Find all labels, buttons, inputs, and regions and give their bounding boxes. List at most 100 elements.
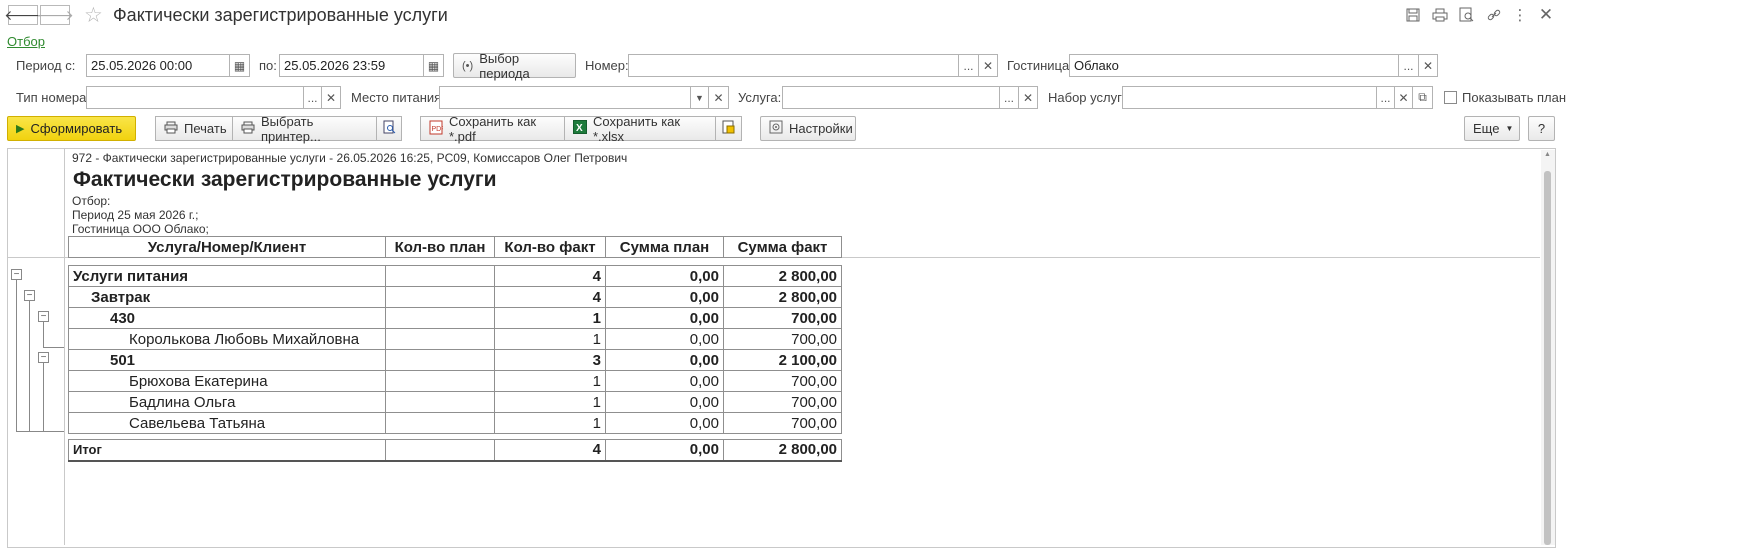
service-label: Услуга: <box>738 90 782 105</box>
select-ellipsis-icon[interactable]: ... <box>304 86 322 109</box>
arrow-right-icon: 🡒 <box>36 6 74 23</box>
favorite-star-icon[interactable]: ☆ <box>84 3 103 28</box>
save-pdf-button[interactable]: PDF Сохранить как *.pdf <box>420 114 565 144</box>
table-row[interactable]: Бадлина Ольга 1 0,00 700,00 <box>68 391 842 413</box>
save-icon[interactable] <box>1403 5 1423 25</box>
print-icon[interactable] <box>1430 5 1450 25</box>
service-input[interactable] <box>782 86 1000 109</box>
room-input[interactable] <box>628 54 959 77</box>
column-header: Сумма план <box>605 236 724 258</box>
table-total-row[interactable]: Итог 4 0,00 2 800,00 <box>68 439 842 461</box>
report-table: Услуга/Номер/Клиент Кол-во план Кол-во ф… <box>68 236 842 462</box>
report-hotel-line: Гостиница ООО Облако; <box>72 222 209 236</box>
clear-icon[interactable]: ✕ <box>979 54 998 77</box>
forward-button[interactable]: 🡒 <box>36 5 74 25</box>
window-title: Фактически зарегистрированные услуги <box>113 5 448 25</box>
table-row[interactable]: 430 1 0,00 700,00 <box>68 307 842 329</box>
room-type-label: Тип номера: <box>16 90 90 105</box>
preview-icon <box>383 120 396 137</box>
hotel-input[interactable]: Облако <box>1069 54 1399 77</box>
collapse-icon[interactable]: − <box>11 269 22 280</box>
meal-place-select[interactable] <box>439 86 691 109</box>
back-button[interactable]: 🡐 <box>4 5 42 25</box>
column-header: Услуга/Номер/Клиент <box>68 236 386 258</box>
tree-line <box>43 322 44 348</box>
scroll-up-icon[interactable]: ▲ <box>1544 151 1551 158</box>
tree-line <box>16 280 17 431</box>
collapse-icon[interactable]: − <box>38 352 49 363</box>
report-filter-caption: Отбор: <box>72 194 111 208</box>
clear-icon[interactable]: ✕ <box>709 86 729 109</box>
tree-gutter-divider <box>64 149 65 545</box>
period-icon: (•) <box>462 59 474 72</box>
show-plan-checkbox[interactable] <box>1444 91 1457 104</box>
filter-link[interactable]: Отбор <box>7 34 45 49</box>
help-button[interactable]: ? <box>1528 116 1555 141</box>
excel-icon: X <box>573 120 587 137</box>
select-ellipsis-icon[interactable]: ... <box>1000 86 1019 109</box>
period-from-input[interactable]: 25.05.2026 00:00 <box>86 54 230 77</box>
chevron-down-icon[interactable]: ▼ <box>691 86 709 109</box>
table-row[interactable]: Услуги питания 4 0,00 2 800,00 <box>68 265 842 287</box>
period-select-button[interactable]: (•) Выбор периода <box>453 51 576 81</box>
show-plan-label: Показывать план <box>1462 90 1567 105</box>
room-label: Номер: <box>585 58 629 73</box>
column-header: Кол-во план <box>385 236 495 258</box>
vertical-scrollbar[interactable]: ▲ <box>1541 150 1555 545</box>
choose-printer-button[interactable]: Выбрать принтер... <box>233 114 377 144</box>
period-to-label: по: <box>259 58 277 73</box>
more-vertical-icon[interactable]: ⋮ <box>1510 5 1530 25</box>
calendar-icon[interactable]: ▦ <box>230 54 250 77</box>
clear-icon[interactable]: ✕ <box>1395 86 1413 109</box>
open-icon[interactable]: ⧉ <box>1413 86 1433 109</box>
period-to-input[interactable]: 25.05.2026 23:59 <box>279 54 424 77</box>
table-row[interactable]: 501 3 0,00 2 100,00 <box>68 349 842 371</box>
settings-icon <box>769 120 783 137</box>
room-type-input[interactable] <box>86 86 304 109</box>
play-icon: ▶ <box>16 123 25 135</box>
svg-text:X: X <box>576 123 583 134</box>
svg-text:PDF: PDF <box>432 126 444 133</box>
settings-button[interactable]: Настройки <box>760 116 856 141</box>
print-button[interactable]: Печать <box>155 116 233 141</box>
report-heading: Фактически зарегистрированные услуги <box>73 168 497 191</box>
service-set-input[interactable] <box>1122 86 1377 109</box>
collapse-icon[interactable]: − <box>24 290 35 301</box>
preview-icon[interactable] <box>1457 5 1477 25</box>
clear-icon[interactable]: ✕ <box>322 86 341 109</box>
collapse-icon[interactable]: − <box>38 311 49 322</box>
table-row[interactable]: Завтрак 4 0,00 2 800,00 <box>68 286 842 308</box>
tree-line <box>43 363 44 431</box>
folder-save-icon <box>722 120 735 137</box>
select-ellipsis-icon[interactable]: ... <box>1377 86 1395 109</box>
print-preview-button[interactable] <box>377 116 402 141</box>
table-row[interactable]: Королькова Любовь Михайловна 1 0,00 700,… <box>68 328 842 350</box>
chevron-down-icon: ▼ <box>1505 124 1514 133</box>
table-row[interactable]: Брюхова Екатерина 1 0,00 700,00 <box>68 370 842 392</box>
table-header-row: Услуга/Номер/Клиент Кол-во план Кол-во ф… <box>68 236 842 258</box>
close-icon[interactable]: ✕ <box>1536 5 1556 25</box>
generate-button[interactable]: ▶ Сформировать <box>7 116 136 141</box>
printer-icon <box>241 121 255 137</box>
more-button[interactable]: Еще ▼ <box>1464 116 1520 141</box>
clear-icon[interactable]: ✕ <box>1019 86 1038 109</box>
report-meta: 972 - Фактически зарегистрированные услу… <box>72 151 628 165</box>
table-row[interactable]: Савельева Татьяна 1 0,00 700,00 <box>68 412 842 434</box>
tree-line <box>29 301 30 431</box>
column-header: Кол-во факт <box>494 236 606 258</box>
select-ellipsis-icon[interactable]: ... <box>959 54 979 77</box>
select-ellipsis-icon[interactable]: ... <box>1399 54 1419 77</box>
period-from-label: Период с: <box>16 58 76 73</box>
column-header: Сумма факт <box>723 236 842 258</box>
clear-icon[interactable]: ✕ <box>1419 54 1438 77</box>
hotel-label: Гостиница: <box>1007 58 1073 73</box>
save-as-button[interactable] <box>716 116 742 141</box>
link-icon[interactable] <box>1484 5 1504 25</box>
calendar-icon[interactable]: ▦ <box>424 54 444 77</box>
save-xlsx-button[interactable]: X Сохранить как *.xlsx <box>565 114 716 144</box>
service-set-label: Набор услуг: <box>1048 90 1126 105</box>
tree-line <box>43 347 64 348</box>
pdf-icon: PDF <box>429 120 446 138</box>
printer-icon <box>164 121 178 137</box>
scrollbar-thumb[interactable] <box>1544 171 1551 545</box>
